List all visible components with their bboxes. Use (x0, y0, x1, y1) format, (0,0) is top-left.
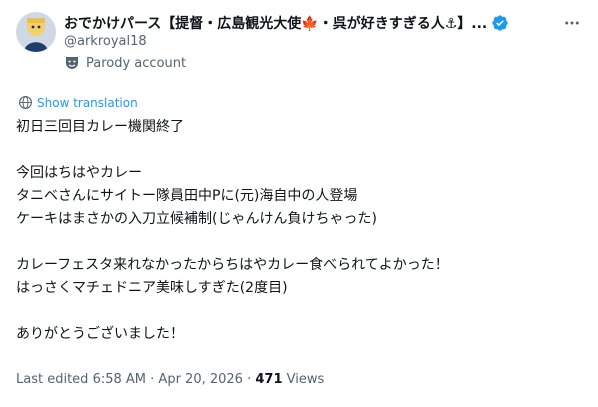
theater-mask-icon (66, 57, 78, 69)
tweet-line: タニベさんにサイトー隊員田中Pに(元)海自中の人登場 (16, 188, 358, 204)
user-handle[interactable]: @arkroyal18 (64, 34, 147, 49)
line-break (16, 231, 582, 254)
tweet-line: 初日三回目カレー機関終了 (16, 119, 184, 135)
tweet-date[interactable]: Apr 20, 2026 (158, 372, 243, 387)
parody-label-text: Parody account (86, 55, 187, 71)
tweet-text: 初日三回目カレー機関終了 今回はちはやカレー タニベさんにサイトー隊員田中Pに(… (16, 116, 582, 346)
edited-label[interactable]: Last edited (16, 372, 88, 387)
line-break (16, 139, 582, 162)
parody-account-label: Parody account (64, 55, 186, 71)
name-row: おでかけパース【提督・広島観光大使🍁・呉が好きすぎる人⚓】... (64, 12, 564, 34)
line-break (16, 300, 582, 323)
tweet-header: おでかけパース【提督・広島観光大使🍁・呉が好きすぎる人⚓】... @arkroy… (16, 10, 582, 80)
show-translation-link[interactable]: Show translation (18, 95, 138, 110)
verified-badge-icon (492, 15, 508, 31)
tweet-line: ケーキはまさかの入刀立候補制(じゃんけん負けちゃった) (16, 211, 377, 227)
tweet-meta: Last edited 6:58 AM · Apr 20, 2026 · 471… (16, 372, 324, 387)
tweet-line: カレーフェスタ来れなかったからちはやカレー食べられてよかった！ (16, 257, 449, 273)
meta-separator: · (150, 372, 155, 387)
meta-separator: · (247, 372, 252, 387)
views-label: Views (286, 372, 325, 387)
tweet-line: はっさくマチェドニア美味しすぎた(2度目) (16, 280, 288, 296)
more-options-icon[interactable] (562, 14, 582, 32)
tweet-line: 今回はちはやカレー (16, 165, 142, 181)
tweet-time[interactable]: 6:58 AM (93, 372, 146, 387)
avatar[interactable] (16, 12, 56, 52)
display-name[interactable]: おでかけパース【提督・広島観光大使🍁・呉が好きすぎる人⚓】... (64, 13, 487, 33)
globe-icon (19, 96, 32, 109)
show-translation-text[interactable]: Show translation (37, 96, 138, 110)
tweet-line: ありがとうございました！ (16, 326, 184, 342)
views-count[interactable]: 471 (255, 372, 282, 387)
